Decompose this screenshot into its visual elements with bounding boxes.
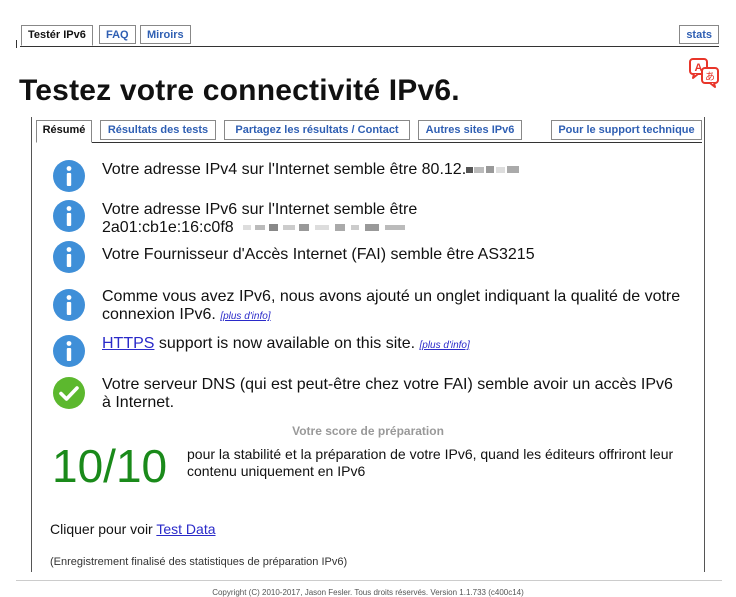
isp-text: Votre Fournisseur d'Accès Internet (FAI)… — [102, 246, 535, 263]
readiness-score-value: 10/10 — [52, 440, 168, 492]
ipv6-tab-text: Comme vous avez IPv6, nous avons ajouté … — [102, 288, 681, 323]
page-title: Testez votre connectivité IPv6. — [19, 74, 460, 107]
tab-summary[interactable]: Résumé — [36, 120, 92, 143]
https-text: HTTPS support is now available on this s… — [102, 335, 470, 352]
info-icon — [53, 241, 85, 273]
redacted-ipv6 — [242, 224, 405, 232]
more-info-link[interactable]: [plus d'info] — [420, 340, 470, 351]
info-icon — [53, 335, 85, 367]
tab-mirrors[interactable]: Miroirs — [140, 25, 191, 44]
info-icon — [53, 289, 85, 321]
result-dns-row: Votre serveur DNS (qui est peut-être che… — [52, 374, 686, 418]
result-https-row: HTTPS support is now available on this s… — [52, 332, 686, 368]
ipv4-address-text: Votre adresse IPv4 sur l'Internet semble… — [102, 161, 686, 179]
tab-share-results[interactable]: Partagez les résultats / Contact — [224, 120, 410, 140]
ipv6-address-text: Votre adresse IPv6 sur l'Internet semble… — [102, 201, 418, 236]
results-tab-bar: Résumé Résultats des tests Partagez les … — [36, 120, 702, 143]
result-ipv6-tab-row: Comme vous avez IPv6, nous avons ajouté … — [52, 286, 686, 330]
tab-faq[interactable]: FAQ — [99, 25, 136, 44]
tab-technical-support[interactable]: Pour le support technique — [551, 120, 702, 140]
info-icon — [53, 200, 85, 232]
https-link[interactable]: HTTPS — [102, 335, 154, 352]
tab-test-results[interactable]: Résultats des tests — [100, 120, 216, 140]
test-data-line: Cliquer pour voir Test Data — [50, 521, 216, 537]
tab-bar-divider — [16, 40, 17, 48]
more-info-link[interactable]: [plus d'info] — [220, 311, 270, 322]
tab-other-ipv6-sites[interactable]: Autres sites IPv6 — [418, 120, 522, 140]
final-stats-text: (Enregistrement finalisé des statistique… — [50, 556, 348, 568]
result-ipv6-row: Votre adresse IPv6 sur l'Internet semble… — [52, 199, 686, 239]
footer-divider — [16, 580, 722, 581]
result-ipv4-row: Votre adresse IPv4 sur l'Internet semble… — [52, 157, 686, 193]
top-tab-bar: Testér IPv6 FAQ Miroirs stats — [20, 25, 719, 47]
svg-text:あ: あ — [705, 71, 715, 83]
test-data-link[interactable]: Test Data — [156, 521, 215, 537]
result-isp-row: Votre Fournisseur d'Accès Internet (FAI)… — [52, 240, 686, 276]
dns-text: Votre serveur DNS (qui est peut-être che… — [102, 376, 673, 411]
check-icon — [53, 377, 85, 409]
info-icon — [53, 160, 85, 192]
translate-icon[interactable]: A あ — [688, 57, 720, 89]
readiness-score-title: Votre score de préparation — [292, 424, 444, 438]
tab-stats[interactable]: stats — [679, 25, 719, 44]
redacted-ipv4 — [466, 166, 520, 174]
tab-tester-ipv6[interactable]: Testér IPv6 — [21, 25, 93, 46]
copyright-text: Copyright (C) 2010-2017, Jason Fesler. T… — [212, 588, 524, 597]
readiness-score-description: pour la stabilité et la préparation de v… — [187, 446, 674, 479]
